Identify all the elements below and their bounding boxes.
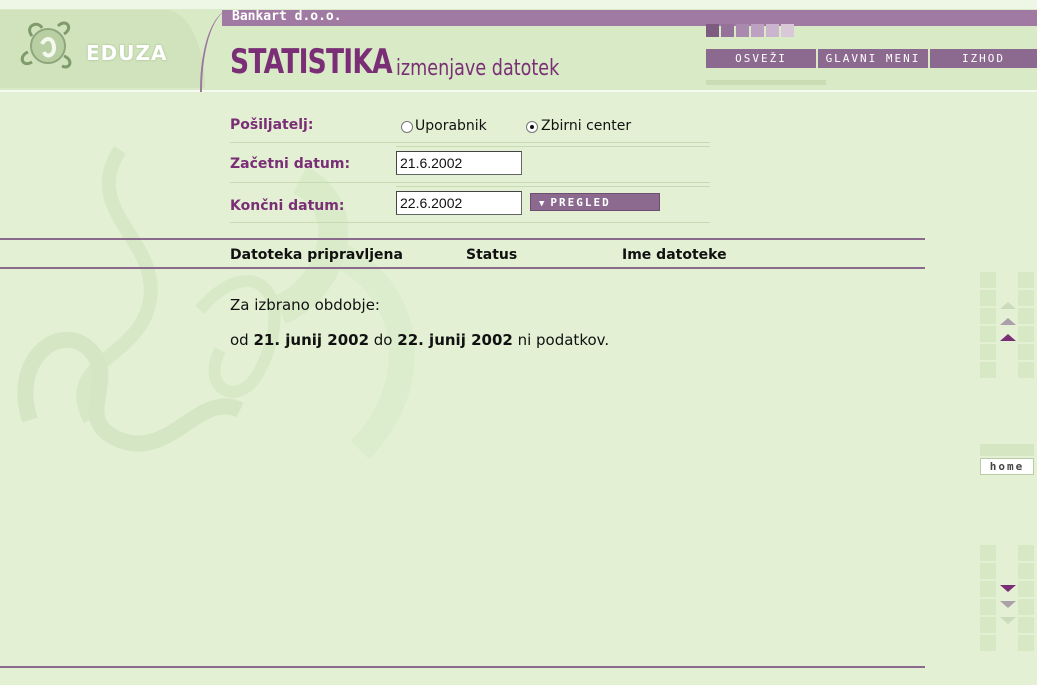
scroll-up-faint-icon[interactable]	[1000, 302, 1016, 309]
scroll-down-icon[interactable]	[1000, 601, 1016, 608]
no-data-message: od 21. junij 2002 do 22. junij 2002 ni p…	[230, 331, 609, 349]
message-mid: do	[369, 331, 398, 349]
message-suffix: ni podatkov.	[512, 331, 610, 349]
scroll-up-strong-icon[interactable]	[1000, 334, 1016, 341]
bank-name: Bankart d.o.o.	[232, 9, 342, 24]
date-from: 21. junij 2002	[253, 331, 370, 349]
refresh-button[interactable]: OSVEŽI	[706, 49, 816, 68]
form-divider	[396, 146, 710, 147]
scroll-down-strong-icon[interactable]	[1000, 585, 1016, 592]
view-button[interactable]: ▼ PREGLED	[530, 193, 660, 211]
end-date-label: Končni datum:	[230, 198, 345, 214]
form-divider	[230, 182, 710, 183]
center-radio[interactable]	[526, 121, 538, 133]
column-header-filename: Ime datoteke	[622, 247, 727, 263]
page-subtitle: izmenjave datotek	[396, 56, 560, 81]
date-to: 22. junij 2002	[397, 331, 513, 349]
center-radio-label[interactable]: Zbirni center	[541, 118, 631, 134]
medusa-logo-icon	[20, 21, 72, 69]
message-prefix: od	[230, 331, 254, 349]
scroll-up-icon[interactable]	[1000, 318, 1016, 325]
form-divider	[230, 222, 710, 223]
start-date-label: Začetni datum:	[230, 156, 351, 172]
home-cap	[980, 444, 1034, 456]
column-header-prepared: Datoteka pripravljena	[230, 247, 403, 263]
column-header-status: Status	[466, 247, 518, 263]
scroll-up-panel	[980, 272, 1037, 384]
form-divider	[230, 142, 710, 143]
nav-underline	[706, 80, 826, 85]
table-header-rule	[0, 267, 925, 269]
view-button-label: PREGLED	[550, 196, 611, 209]
main-menu-button[interactable]: GLAVNI MENI	[818, 49, 928, 68]
header-top-line	[0, 0, 1037, 9]
footer-rule	[0, 666, 925, 668]
period-message: Za izbrano obdobje:	[230, 296, 380, 314]
form-divider	[396, 186, 710, 187]
exit-button[interactable]: IZHOD	[930, 49, 1037, 68]
start-date-input[interactable]	[396, 151, 522, 175]
logo-text: EDUZA	[86, 41, 168, 65]
page-title: STATISTIKA	[230, 42, 393, 82]
medusa-background-icon	[17, 146, 415, 460]
user-radio-label[interactable]: Uporabnik	[415, 118, 487, 134]
brand-strip	[222, 10, 1037, 26]
chevron-down-icon: ▼	[539, 199, 547, 209]
sender-label: Pošiljatelj:	[230, 117, 314, 133]
home-button[interactable]: home	[980, 458, 1034, 475]
end-date-input[interactable]	[396, 191, 522, 215]
scroll-down-faint-icon[interactable]	[1000, 617, 1016, 624]
table-top-rule	[0, 238, 925, 240]
user-radio[interactable]	[401, 121, 413, 133]
